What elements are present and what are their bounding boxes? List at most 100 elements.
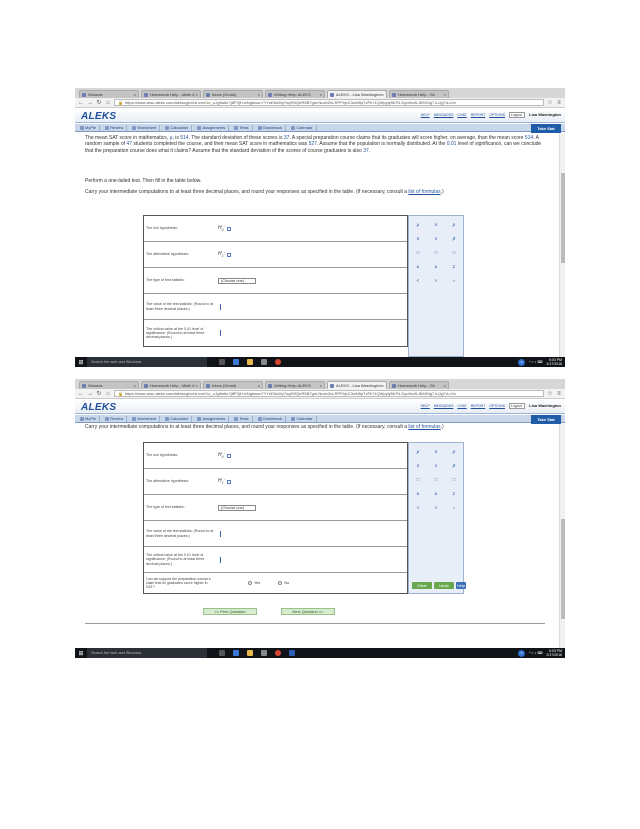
report-link[interactable]: REPORT <box>471 113 486 117</box>
sigma-button[interactable]: σ <box>429 447 443 457</box>
superscript-button[interactable]: □ <box>411 248 425 258</box>
prev-question-button[interactable]: << Prev Question <box>203 608 257 615</box>
help-icon[interactable]: ? <box>517 358 525 366</box>
p-button[interactable]: p <box>447 220 461 230</box>
s-button[interactable]: s <box>429 234 443 244</box>
ge-button[interactable]: ≥ <box>429 262 443 272</box>
back-icon[interactable]: ← <box>78 100 84 106</box>
menu-review[interactable]: Review <box>102 124 128 131</box>
forward-icon[interactable]: → <box>87 391 93 397</box>
lt-button[interactable]: < <box>411 503 425 513</box>
reload-icon[interactable]: ↻ <box>96 99 102 106</box>
close-icon[interactable]: × <box>134 91 136 98</box>
windows-start-icon[interactable]: ⊞ <box>75 650 87 657</box>
browser-tab[interactable]: Homework Help - Math X × <box>141 90 201 98</box>
menu-calculator[interactable]: Calculator <box>162 415 193 422</box>
s-button[interactable]: s <box>429 461 443 471</box>
ne-button[interactable]: ≠ <box>447 262 461 272</box>
superscript-button[interactable]: □ <box>411 475 425 485</box>
menu-worksheet[interactable]: Worksheet <box>129 124 161 131</box>
test-statistic-input[interactable] <box>220 530 221 537</box>
aleks-logo[interactable]: ALEKS <box>81 402 116 413</box>
edge-icon[interactable] <box>233 359 239 365</box>
eq-button[interactable]: = <box>447 276 461 286</box>
chrome-icon[interactable] <box>275 650 281 656</box>
menu-assignments[interactable]: Assignments <box>194 415 230 422</box>
page-scrollbar[interactable] <box>559 424 565 648</box>
alt-hypothesis-input[interactable] <box>226 252 231 257</box>
home-icon[interactable]: ⌂ <box>105 391 111 397</box>
close-icon[interactable]: × <box>258 91 260 98</box>
browser-tab[interactable]: Homework Help - Sh × <box>389 90 449 98</box>
undo-button[interactable]: Undo <box>434 582 454 589</box>
star-icon[interactable]: ☆ <box>547 99 553 106</box>
browser-tab[interactable]: Writing Help: ALEKS × <box>265 381 325 389</box>
critical-value-input[interactable] <box>220 556 221 563</box>
phat-button[interactable]: p̂ <box>447 234 461 244</box>
browser-tab[interactable]: Homework Help - Math X × <box>141 381 201 389</box>
task-view-icon[interactable] <box>219 359 225 365</box>
menu-gradebook[interactable]: Gradebook <box>255 124 287 131</box>
close-icon[interactable]: × <box>382 382 384 389</box>
scrollbar-thumb[interactable] <box>561 173 565 263</box>
gt-button[interactable]: > <box>429 276 443 286</box>
windows-start-icon[interactable]: ⊞ <box>75 359 87 366</box>
xbar-button[interactable]: x̄ <box>411 461 425 471</box>
close-icon[interactable]: × <box>196 382 198 389</box>
formulas-link[interactable]: list of formulas <box>408 189 440 195</box>
logout-select[interactable]: Logout <box>509 403 525 409</box>
user-name[interactable]: Lisa Washington <box>529 403 561 408</box>
menu-tests[interactable]: Tests <box>231 415 253 422</box>
help-icon[interactable]: ? <box>517 649 525 657</box>
gt-button[interactable]: > <box>429 503 443 513</box>
menu-assignments[interactable]: Assignments <box>194 124 230 131</box>
tray-icons[interactable]: ^ ⌂ ♪ ⌨ <box>529 651 542 655</box>
browser-tab-active[interactable]: ALEKS - Lisa Washington × <box>327 90 387 98</box>
browser-tab[interactable]: Inbox (Gmail) × <box>203 90 263 98</box>
no-radio[interactable] <box>278 581 283 585</box>
next-question-button[interactable]: Next Question >> <box>281 608 335 615</box>
close-icon[interactable]: × <box>320 382 322 389</box>
logout-select[interactable]: Logout <box>509 112 525 118</box>
yes-radio[interactable] <box>248 581 252 585</box>
taskbar-search[interactable]: Search the web and Windows <box>87 357 207 367</box>
sigma-button[interactable]: σ <box>429 220 443 230</box>
chat-link[interactable]: CHAT <box>457 404 466 408</box>
test-statistic-select[interactable]: (Choose one) <box>218 277 256 284</box>
home-icon[interactable]: ⌂ <box>105 100 111 106</box>
options-link[interactable]: OPTIONS <box>489 113 505 117</box>
fraction-button[interactable]: □ <box>447 248 461 258</box>
aleks-logo[interactable]: ALEKS <box>81 111 116 122</box>
address-bar[interactable]: 🔒 https://www-awu.aleks.com/alekscgi/x/Is… <box>114 99 544 106</box>
mu-button[interactable]: μ <box>411 447 425 457</box>
phat-button[interactable]: p̂ <box>447 461 461 471</box>
menu-icon[interactable]: ≡ <box>556 100 562 106</box>
help-link[interactable]: HELP <box>421 404 430 408</box>
messages-link[interactable]: MESSAGES <box>434 404 454 408</box>
scrollbar-thumb[interactable] <box>561 519 565 619</box>
ne-button[interactable]: ≠ <box>447 489 461 499</box>
menu-worksheet[interactable]: Worksheet <box>129 415 161 422</box>
browser-tab[interactable]: Wizards × <box>79 90 139 98</box>
close-icon[interactable]: × <box>382 91 384 98</box>
null-hypothesis-input[interactable] <box>226 453 231 458</box>
page-scrollbar[interactable] <box>559 133 565 357</box>
task-view-icon[interactable] <box>219 650 225 656</box>
subscript-button[interactable]: □ <box>429 475 443 485</box>
yes-option[interactable]: Yes <box>248 581 260 585</box>
taskbar-search[interactable]: Search the web and Windows <box>87 648 207 658</box>
close-icon[interactable]: × <box>444 91 446 98</box>
critical-value-input[interactable] <box>220 330 221 336</box>
menu-calendar[interactable]: Calendar <box>288 124 317 131</box>
address-bar[interactable]: 🔒 https://www-awu.aleks.com/alekscgi/x/Is… <box>114 390 544 397</box>
forward-icon[interactable]: → <box>87 100 93 106</box>
clear-button[interactable]: Clear <box>412 582 432 589</box>
back-icon[interactable]: ← <box>78 391 84 397</box>
messages-link[interactable]: MESSAGES <box>434 113 454 117</box>
mu-button[interactable]: μ <box>411 220 425 230</box>
file-explorer-icon[interactable] <box>247 359 253 365</box>
menu-mypie[interactable]: MyPie <box>77 124 101 131</box>
null-hypothesis-input[interactable] <box>226 226 231 231</box>
browser-tab[interactable]: Wizards × <box>79 381 139 389</box>
store-icon[interactable] <box>261 359 267 365</box>
